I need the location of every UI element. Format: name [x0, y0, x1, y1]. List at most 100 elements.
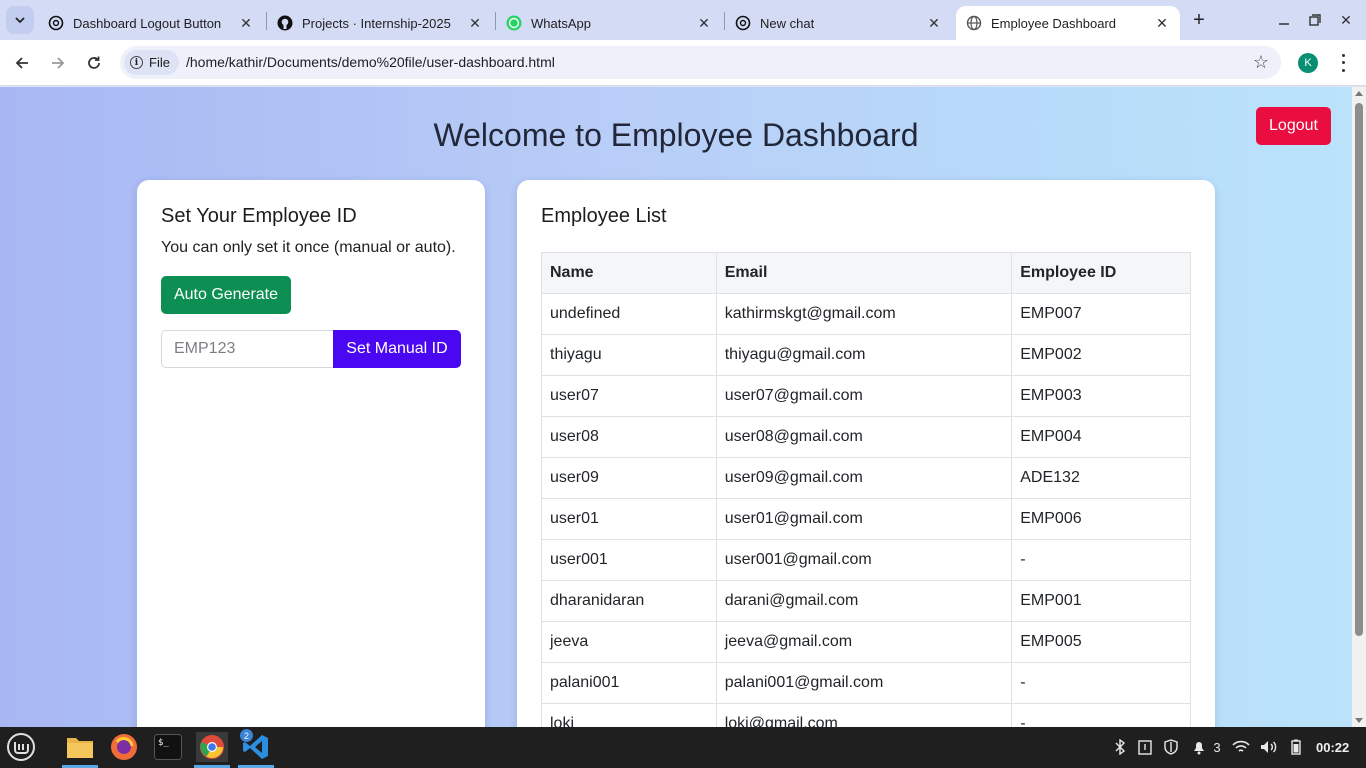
set-id-note: You can only set it once (manual or auto… [161, 239, 456, 256]
plus-icon: + [1193, 8, 1205, 31]
reload-icon [88, 56, 100, 69]
page-viewport: Logout Welcome to Employee Dashboard Set… [0, 87, 1352, 727]
cell-email: thiyagu@gmail.com [715, 334, 1013, 376]
address-bar[interactable]: i File /home/kathir/Documents/demo%20fil… [120, 46, 1281, 79]
column-header-name: Name [541, 252, 717, 294]
auto-generate-button[interactable]: Auto Generate [161, 276, 291, 314]
tab-employee-dashboard[interactable]: Employee Dashboard ✕ [956, 6, 1180, 40]
profile-avatar[interactable]: K [1298, 53, 1318, 73]
cell-employee-id: EMP002 [1011, 334, 1191, 376]
tab-title: Dashboard Logout Button [73, 15, 222, 31]
openai-icon [735, 15, 751, 31]
chevron-down-icon [15, 17, 25, 24]
table-header-row: Name Email Employee ID [541, 252, 1191, 294]
tab-new-chat[interactable]: New chat ✕ [725, 6, 952, 40]
cell-employee-id: EMP005 [1011, 621, 1191, 663]
cell-name: undefined [541, 293, 717, 335]
site-info-chip[interactable]: i File [124, 50, 179, 75]
table-row: jeeva jeeva@gmail.com EMP005 [541, 621, 1191, 663]
employee-id-input[interactable] [161, 330, 334, 368]
globe-icon [966, 15, 982, 31]
cell-email: kathirmskgt@gmail.com [715, 293, 1013, 335]
cell-employee-id: EMP004 [1011, 416, 1191, 458]
cell-name: dharanidaran [541, 580, 717, 622]
cell-email: user01@gmail.com [715, 498, 1013, 540]
firefox-icon[interactable] [108, 732, 140, 762]
close-icon[interactable]: ✕ [238, 15, 254, 31]
arrow-left-icon [15, 57, 28, 69]
mint-menu-icon[interactable] [5, 732, 37, 762]
forward-button[interactable] [45, 50, 71, 76]
page-scrollbar[interactable] [1352, 87, 1366, 727]
minimize-button[interactable] [1274, 10, 1294, 30]
cell-email: darani@gmail.com [715, 580, 1013, 622]
tab-whatsapp[interactable]: WhatsApp ✕ [496, 6, 722, 40]
files-icon[interactable] [64, 732, 96, 762]
close-window-button[interactable]: ✕ [1336, 10, 1356, 30]
bookmark-star-icon[interactable]: ☆ [1253, 52, 1269, 73]
cell-employee-id: EMP007 [1011, 293, 1191, 335]
url-text[interactable]: /home/kathir/Documents/demo%20file/user-… [186, 54, 555, 70]
cell-email: user08@gmail.com [715, 416, 1013, 458]
table-row: undefined kathirmskgt@gmail.com EMP007 [541, 293, 1191, 335]
bluetooth-icon[interactable] [1112, 738, 1128, 756]
cell-employee-id: - [1011, 703, 1191, 727]
close-icon[interactable]: ✕ [1154, 15, 1170, 31]
volume-icon[interactable] [1259, 738, 1279, 756]
scroll-up-icon[interactable] [1355, 91, 1363, 96]
tab-dashboard-logout-button[interactable]: Dashboard Logout Button ✕ [38, 6, 264, 40]
table-row: user08 user08@gmail.com EMP004 [541, 416, 1191, 458]
shield-icon[interactable] [1162, 738, 1180, 756]
scrollbar-thumb[interactable] [1355, 103, 1363, 636]
chrome-icon[interactable] [196, 732, 228, 762]
tab-title: Employee Dashboard [991, 15, 1117, 31]
notifications-icon[interactable] [1190, 738, 1208, 756]
new-tab-button[interactable]: + [1188, 9, 1210, 31]
cell-name: palani001 [541, 662, 717, 704]
reload-button[interactable] [81, 50, 107, 76]
cell-name: user09 [541, 457, 717, 499]
openai-icon [48, 15, 64, 31]
column-header-email: Email [715, 252, 1013, 294]
notification-count: 3 [1213, 739, 1221, 755]
vscode-badge: 2 [240, 729, 253, 742]
tab-search-button[interactable] [6, 6, 34, 34]
cell-email: user09@gmail.com [715, 457, 1013, 499]
close-icon[interactable]: ✕ [696, 15, 712, 31]
cell-name: user07 [541, 375, 717, 417]
battery-icon[interactable] [1289, 738, 1303, 756]
employee-table: Name Email Employee ID undefined kathirm… [541, 252, 1191, 727]
whatsapp-icon [506, 15, 522, 31]
restore-button[interactable] [1305, 10, 1325, 30]
cell-employee-id: EMP006 [1011, 498, 1191, 540]
cell-employee-id: - [1011, 539, 1191, 581]
set-manual-id-button[interactable]: Set Manual ID [333, 330, 461, 368]
cell-employee-id: ADE132 [1011, 457, 1191, 499]
clipboard-icon[interactable] [1136, 738, 1154, 756]
tab-projects-internship[interactable]: Projects · Internship-2025 ✕ [267, 6, 493, 40]
table-row: user01 user01@gmail.com EMP006 [541, 498, 1191, 540]
svg-text:$_: $_ [158, 738, 169, 748]
browser-menu-icon[interactable] [1336, 52, 1350, 74]
close-icon[interactable]: ✕ [467, 15, 483, 31]
table-row: user09 user09@gmail.com ADE132 [541, 457, 1191, 499]
close-icon[interactable]: ✕ [926, 15, 942, 31]
cell-name: loki [541, 703, 717, 727]
cell-employee-id: EMP001 [1011, 580, 1191, 622]
set-id-card: Set Your Employee ID You can only set it… [137, 180, 485, 727]
cell-email: user001@gmail.com [715, 539, 1013, 581]
restore-icon [1309, 14, 1321, 26]
clock[interactable]: 00:22 [1316, 740, 1349, 755]
close-icon: ✕ [1340, 11, 1352, 28]
scroll-down-icon[interactable] [1355, 718, 1363, 723]
cell-name: jeeva [541, 621, 717, 663]
cell-email: loki@gmail.com [715, 703, 1013, 727]
column-header-employee-id: Employee ID [1011, 252, 1191, 294]
terminal-icon[interactable]: $_ [152, 732, 184, 762]
back-button[interactable] [9, 50, 35, 76]
cell-employee-id: EMP003 [1011, 375, 1191, 417]
tab-strip: Dashboard Logout Button ✕ Projects · Int… [0, 0, 1366, 40]
table-row: loki loki@gmail.com - [541, 703, 1191, 727]
wifi-icon[interactable] [1231, 738, 1251, 756]
table-row: palani001 palani001@gmail.com - [541, 662, 1191, 704]
